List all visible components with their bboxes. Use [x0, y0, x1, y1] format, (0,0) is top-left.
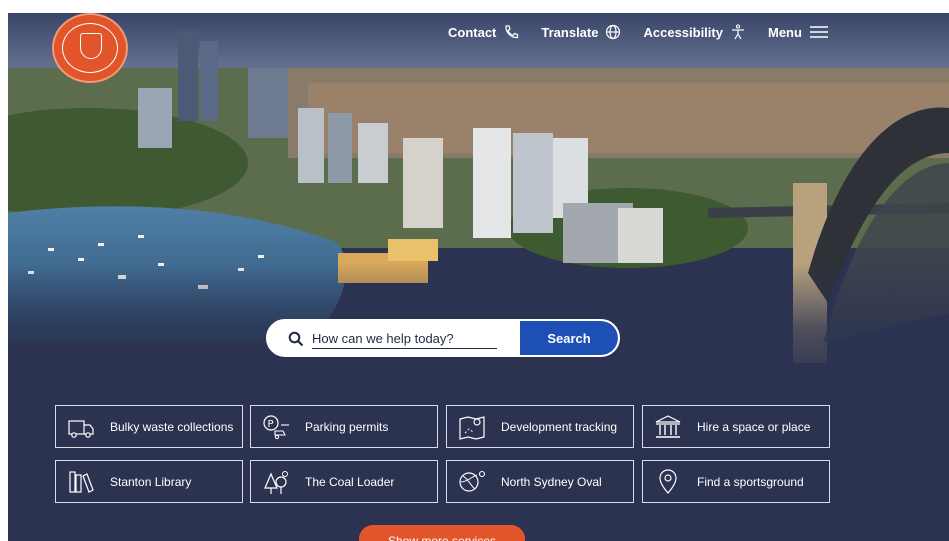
quick-link-label: Hire a space or place: [697, 419, 811, 434]
quick-link-label: Development tracking: [501, 419, 618, 434]
nav-contact[interactable]: Contact: [448, 24, 519, 40]
search-bar: Search: [266, 319, 620, 357]
page: Contact Translate Accessibility Menu How…: [8, 13, 949, 541]
tree-icon: [259, 467, 293, 497]
location-icon: [651, 467, 685, 497]
quick-link-label: Parking permits: [305, 419, 389, 434]
quick-link-north-sydney-oval[interactable]: North Sydney Oval: [446, 460, 634, 503]
globe-icon: [605, 24, 621, 40]
search-input[interactable]: [312, 329, 497, 349]
quick-link-label: Bulky waste collections: [110, 419, 234, 434]
building-icon: [651, 412, 685, 442]
nav-contact-label: Contact: [448, 24, 497, 40]
top-nav: Contact Translate Accessibility Menu: [448, 22, 851, 42]
quick-link-label: Stanton Library: [110, 474, 192, 489]
quick-link-bulky-waste[interactable]: Bulky waste collections: [55, 405, 243, 448]
quick-link-development-tracking[interactable]: Development tracking: [446, 405, 634, 448]
quick-link-label: Find a sportsground: [697, 474, 804, 489]
accessibility-icon: [730, 24, 746, 40]
quick-link-label: North Sydney Oval: [501, 474, 602, 489]
show-more-services-button[interactable]: Show more services: [359, 525, 525, 541]
nav-translate-label: Translate: [541, 24, 599, 40]
nav-accessibility[interactable]: Accessibility: [643, 24, 746, 40]
quick-link-label: The Coal Loader: [305, 474, 395, 489]
parking-icon: P: [259, 412, 293, 442]
quick-link-hire-a-space[interactable]: Hire a space or place: [642, 405, 830, 448]
nav-translate[interactable]: Translate: [541, 24, 621, 40]
nav-menu-label: Menu: [767, 24, 802, 40]
logo-crest-icon: [80, 33, 102, 59]
quick-link-coal-loader[interactable]: The Coal Loader: [250, 460, 438, 503]
quick-link-stanton-library[interactable]: Stanton Library: [55, 460, 243, 503]
truck-icon: [64, 412, 98, 442]
books-icon: [64, 467, 98, 497]
cricket-ball-icon: [455, 467, 489, 497]
council-logo[interactable]: [52, 13, 128, 83]
svg-text:P: P: [268, 419, 274, 430]
nav-menu[interactable]: Menu: [768, 24, 829, 40]
quick-link-find-sportsground[interactable]: Find a sportsground: [642, 460, 830, 503]
search-icon: [288, 331, 304, 347]
quick-link-parking-permits[interactable]: P Parking permits: [250, 405, 438, 448]
phone-icon: [503, 24, 519, 40]
hamburger-icon: [809, 24, 829, 40]
map-pin-icon: [455, 412, 489, 442]
nav-accessibility-label: Accessibility: [643, 24, 723, 40]
search-button[interactable]: Search: [520, 321, 618, 355]
